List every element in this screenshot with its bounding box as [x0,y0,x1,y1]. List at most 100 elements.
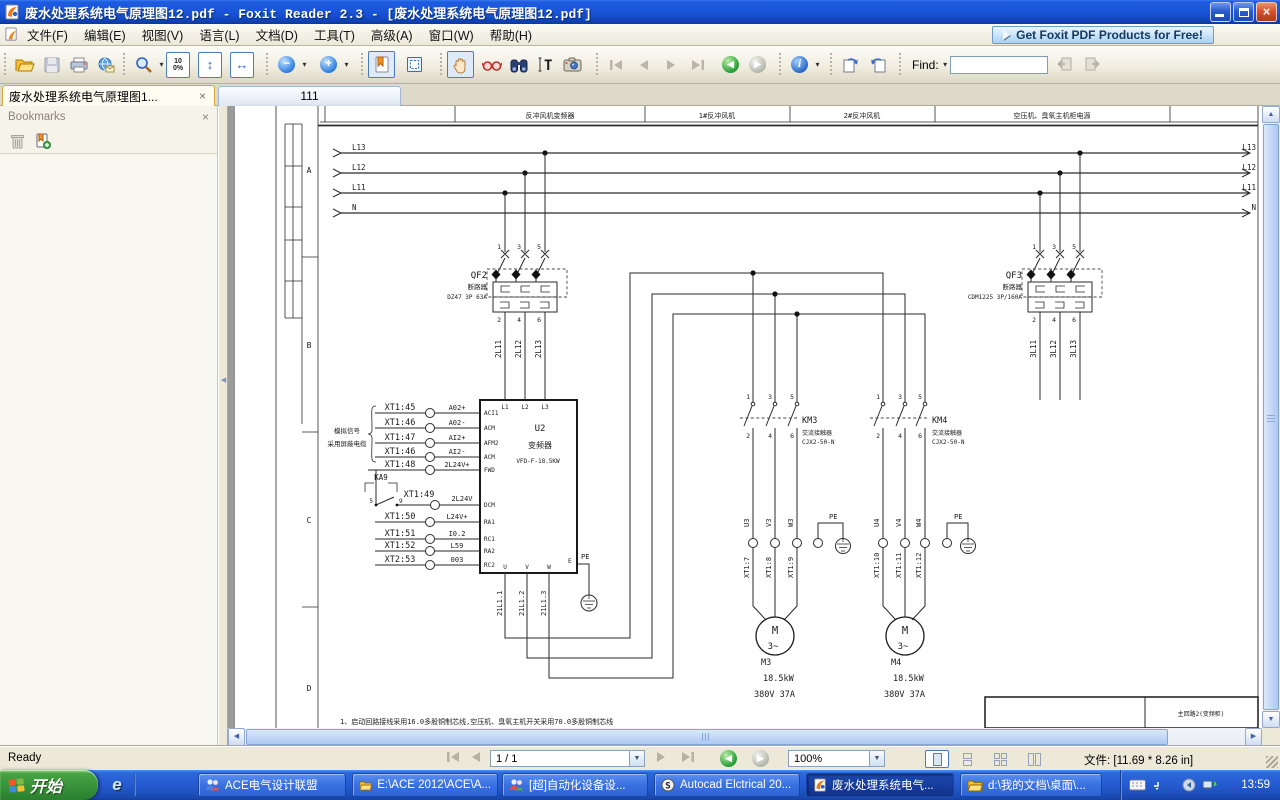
zoom-in-dropdown[interactable]: ▾ [342,60,351,69]
loupe-tool-button[interactable] [478,51,505,78]
taskbar-item-foxit-active[interactable]: 废水处理系统电气... [806,773,954,797]
rotate-right-button[interactable] [864,51,891,78]
next-page-icon[interactable] [655,751,667,763]
hidden-icons-arrow[interactable] [1152,780,1162,790]
find-previous-button[interactable] [1052,51,1079,78]
search-button[interactable] [505,51,532,78]
next-view-button[interactable]: ▶ [752,750,769,767]
zoom-tool-button[interactable] [130,51,157,78]
collapse-panel-handle[interactable]: ◀ [220,358,227,402]
scroll-up-arrow[interactable]: ▲ [1262,106,1280,123]
menu-edit[interactable]: 编辑(E) [76,23,134,46]
close-button[interactable]: × [1256,2,1277,22]
horizontal-scroll-thumb[interactable] [246,729,1168,745]
clock[interactable]: 13:59 [1241,779,1270,791]
fit-page-button[interactable]: ↕ [198,52,222,78]
fit-width-button[interactable]: ↔ [230,52,254,78]
chevron-down-icon[interactable]: ▼ [629,751,644,766]
minimize-button[interactable] [1210,2,1231,22]
zoom-out-dropdown[interactable]: ▾ [300,60,309,69]
menu-file[interactable]: 文件(F) [19,23,76,46]
zoom-100-button[interactable]: 100% [166,52,190,78]
quick-launch-ie[interactable]: e [104,773,130,797]
first-page-icon[interactable] [446,751,461,763]
horizontal-scrollbar[interactable]: ◀ ▶ [228,728,1262,746]
menu-document[interactable]: 文档(D) [248,23,306,46]
text-select-button[interactable]: T [532,51,559,78]
next-view-button[interactable]: ▶ [744,51,771,78]
layout-continuous-button[interactable] [955,750,979,768]
taskbar-item-folder-e[interactable]: E:\ACE 2012\ACE\A... [352,773,498,797]
zoom-in-button[interactable]: + [315,51,342,78]
wiring-note: 1、启动回路接线采用16.0多股铜制芯线,空压机、臭氧主机开关采用70.0多股铜… [340,717,613,726]
previous-page-icon[interactable] [470,751,482,763]
find-next-button[interactable] [1079,51,1106,78]
foxit-promo-banner[interactable]: Get Foxit PDF Products for Free! [992,26,1214,44]
previous-view-button[interactable]: ◀ [720,750,737,767]
pages-panel-button[interactable] [401,51,428,78]
svg-text:21L1.1: 21L1.1 [496,591,504,616]
layout-facing-button[interactable] [988,750,1012,768]
save-button[interactable] [38,51,65,78]
pdf-page[interactable]: A B C D 反冲风机变频器 1#反冲风机 2#反冲风机 空压机、臭氧主机柜电… [235,106,1262,728]
chevron-down-icon[interactable]: ▼ [869,751,884,766]
taskbar-item-folder-d[interactable]: d:\我的文档\桌面\... [960,773,1102,797]
print-button[interactable] [65,51,92,78]
panel-splitter[interactable]: ◀ [218,106,228,746]
drawing-frame: A B C D 反冲风机变频器 1#反冲风机 2#反冲风机 空压机、臭氧主机柜电… [276,106,1258,728]
previous-page-button[interactable] [630,51,657,78]
keyboard-icon[interactable] [1129,779,1146,791]
find-input[interactable] [950,56,1048,74]
maximize-button[interactable] [1233,2,1254,22]
scroll-down-arrow[interactable]: ▼ [1262,711,1280,728]
hand-tool-button[interactable] [447,51,474,78]
scroll-right-arrow[interactable]: ▶ [1245,728,1262,746]
zoom-combo[interactable]: 100% ▼ [788,750,885,767]
page-number-combo[interactable]: 1 / 1 ▼ [490,750,645,767]
find-options-dropdown[interactable]: ▾ [941,60,950,69]
last-page-icon[interactable] [680,751,695,763]
bookmarks-panel-toggle[interactable] [368,51,395,78]
qf3-model: CDM1225 3P/160A [968,294,1023,301]
properties-dropdown[interactable]: ▾ [813,60,822,69]
layout-continuous-facing-button[interactable] [1022,750,1046,768]
vertical-scrollbar[interactable]: ▲ ▼ [1262,106,1280,728]
menu-language[interactable]: 语言(L) [191,23,247,46]
language-bar-icon[interactable] [1182,778,1196,792]
zoom-out-button[interactable]: − [273,51,300,78]
menu-advanced[interactable]: 高级(A) [363,23,421,46]
layout-single-page-button[interactable] [925,750,949,768]
delete-bookmark-icon[interactable] [10,133,25,149]
taskbar-item-qq-chat[interactable]: [超]自动化设备设... [502,773,648,797]
menu-tools[interactable]: 工具(T) [306,23,363,46]
rotate-left-button[interactable] [837,51,864,78]
scroll-left-arrow[interactable]: ◀ [228,728,245,746]
menu-view[interactable]: 视图(V) [134,23,192,46]
add-bookmark-icon[interactable] [35,133,51,149]
open-button[interactable] [11,51,38,78]
header-cell: 1#反冲风机 [699,111,735,120]
menu-window[interactable]: 窗口(W) [421,23,482,46]
start-button[interactable]: 开始 [0,770,98,800]
taskbar-item-qq-group[interactable]: ACE电气设计联盟 [198,773,346,797]
title-bar: 废水处理系统电气原理图12.pdf - Foxit Reader 2.3 - [… [0,0,1280,24]
first-page-button[interactable] [603,51,630,78]
tab-active-document[interactable]: 废水处理系统电气原理图1... × [2,85,215,106]
taskbar-item-autocad[interactable]: S Autocad Elctrical 20... [654,773,800,797]
network-status-icon[interactable] [1202,779,1218,792]
menu-help[interactable]: 帮助(H) [482,23,540,46]
panel-close-icon[interactable]: × [202,110,209,124]
zoom-tool-dropdown[interactable]: ▾ [157,60,166,69]
snapshot-button[interactable] [559,51,586,78]
properties-button[interactable]: i [786,51,813,78]
last-page-button[interactable] [684,51,711,78]
svg-text:6: 6 [790,432,794,440]
vertical-scroll-thumb[interactable] [1263,124,1279,710]
resize-grip[interactable] [1266,756,1278,768]
next-page-button[interactable] [657,51,684,78]
email-button[interactable] [92,51,119,78]
tab-document-111[interactable]: 111 [218,86,401,106]
previous-view-button[interactable]: ◀ [717,51,744,78]
bookmarks-tree[interactable] [0,154,217,744]
tab-close-icon[interactable]: × [197,89,208,103]
